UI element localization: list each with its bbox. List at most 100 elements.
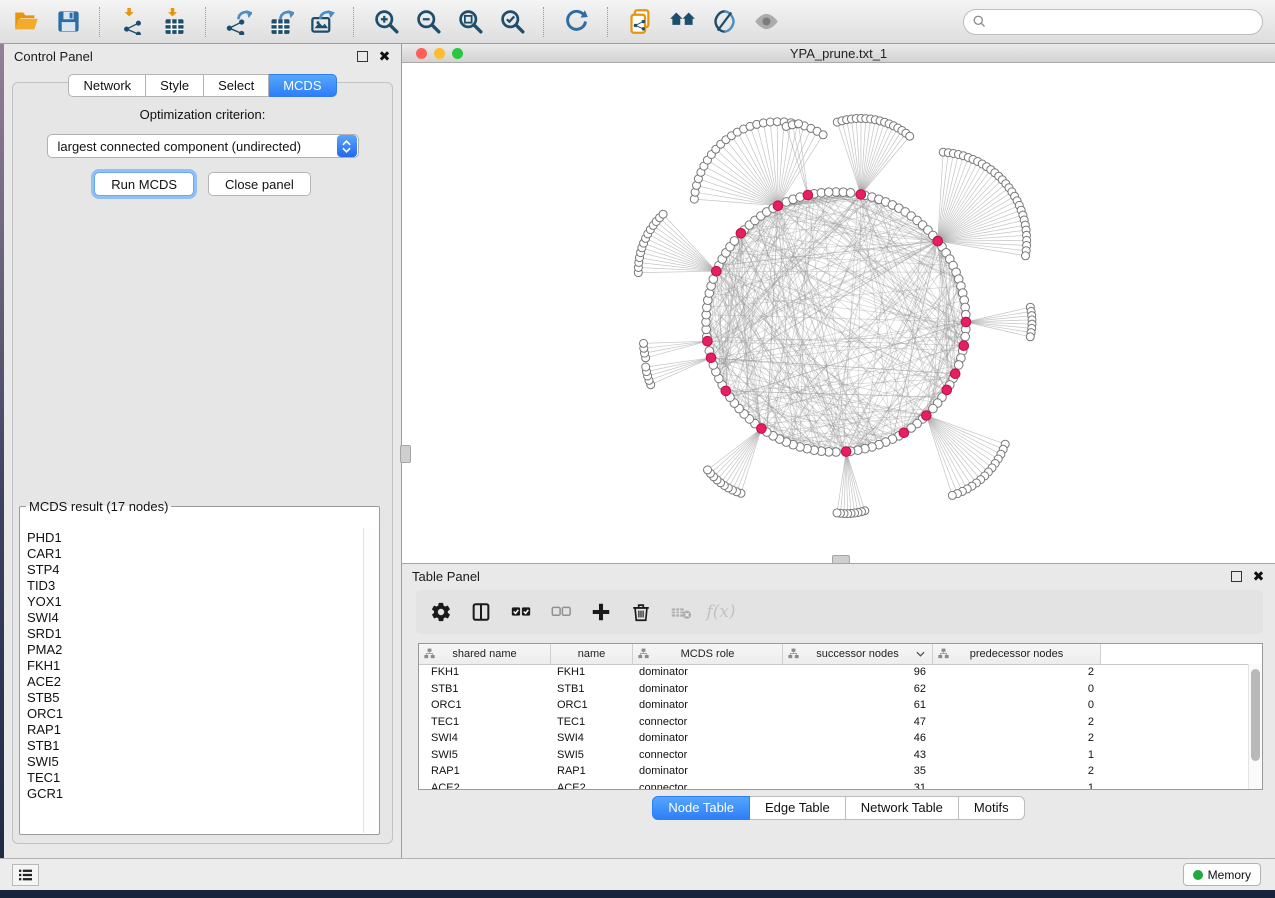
- mcds-result-item[interactable]: SWI4: [27, 610, 363, 626]
- tab-motifs[interactable]: Motifs: [959, 796, 1025, 820]
- float-panel-icon[interactable]: [356, 50, 369, 63]
- mcds-node[interactable]: [803, 190, 813, 200]
- mcds-result-item[interactable]: ACE2: [27, 674, 363, 690]
- network-node[interactable]: [961, 332, 970, 341]
- cell-name[interactable]: ACE2: [551, 782, 633, 789]
- clone-network-icon[interactable]: [622, 5, 658, 39]
- network-node[interactable]: [659, 210, 667, 218]
- column-header-predecessor-nodes[interactable]: predecessor nodes: [933, 644, 1101, 664]
- cell-successor-nodes[interactable]: 35: [783, 765, 933, 777]
- mcds-result-item[interactable]: SWI5: [27, 754, 363, 770]
- mcds-node[interactable]: [950, 369, 960, 379]
- cell-successor-nodes[interactable]: 47: [783, 716, 933, 728]
- close-table-panel-icon[interactable]: ✖: [1252, 570, 1265, 583]
- apply-layout-icon[interactable]: [558, 5, 594, 39]
- cell-shared-name[interactable]: SWI5: [419, 749, 551, 761]
- cell-name[interactable]: STB1: [551, 683, 633, 695]
- cell-name[interactable]: TEC1: [551, 716, 633, 728]
- deselect-all-icon[interactable]: [546, 597, 576, 627]
- hide-graphics-details-icon[interactable]: [748, 5, 784, 39]
- network-view[interactable]: [402, 63, 1275, 563]
- network-node[interactable]: [824, 188, 833, 197]
- mcds-list-scrollbar[interactable]: [363, 528, 378, 833]
- import-table-icon[interactable]: [156, 5, 192, 39]
- float-table-panel-icon[interactable]: [1230, 570, 1243, 583]
- mcds-node[interactable]: [856, 190, 866, 200]
- mcds-result-item[interactable]: SRD1: [27, 626, 363, 642]
- table-row[interactable]: TEC1TEC1connector472: [419, 714, 1249, 731]
- tab-node-table[interactable]: Node Table: [652, 796, 750, 820]
- cell-name[interactable]: FKH1: [551, 666, 633, 678]
- cell-MCDS-role[interactable]: dominator: [633, 699, 783, 711]
- mcds-result-item[interactable]: ORC1: [27, 706, 363, 722]
- close-panel-button[interactable]: Close panel: [208, 172, 311, 196]
- mcds-result-item[interactable]: YOX1: [27, 594, 363, 610]
- cell-successor-nodes[interactable]: 61: [783, 699, 933, 711]
- mcds-result-item[interactable]: RAP1: [27, 722, 363, 738]
- cell-predecessor-nodes[interactable]: 2: [933, 666, 1101, 678]
- mcds-node[interactable]: [922, 411, 932, 421]
- tab-mcds[interactable]: MCDS: [269, 74, 336, 97]
- tab-style[interactable]: Style: [146, 74, 204, 97]
- network-canvas[interactable]: [402, 63, 1275, 563]
- table-row[interactable]: FKH1FKH1dominator962: [419, 664, 1249, 681]
- mcds-result-item[interactable]: PMA2: [27, 642, 363, 658]
- zoom-in-icon[interactable]: [368, 5, 404, 39]
- cell-successor-nodes[interactable]: 43: [783, 749, 933, 761]
- mcds-node[interactable]: [773, 201, 783, 211]
- task-history-button[interactable]: [12, 864, 39, 886]
- zoom-selected-icon[interactable]: [494, 5, 530, 39]
- select-all-icon[interactable]: [506, 597, 536, 627]
- tab-select[interactable]: Select: [204, 74, 269, 97]
- cell-MCDS-role[interactable]: dominator: [633, 683, 783, 695]
- tab-network-table[interactable]: Network Table: [846, 796, 959, 820]
- add-column-icon[interactable]: [586, 597, 616, 627]
- mcds-node[interactable]: [933, 236, 943, 246]
- mcds-node[interactable]: [706, 353, 716, 363]
- tab-network[interactable]: Network: [68, 74, 146, 97]
- network-node[interactable]: [640, 339, 648, 347]
- network-node[interactable]: [954, 361, 963, 370]
- mcds-node[interactable]: [942, 385, 952, 395]
- cell-MCDS-role[interactable]: connector: [633, 782, 783, 789]
- table-row[interactable]: RAP1RAP1dominator352: [419, 763, 1249, 780]
- table-scrollbar[interactable]: [1248, 664, 1262, 789]
- cell-MCDS-role[interactable]: dominator: [633, 732, 783, 744]
- mcds-node[interactable]: [721, 386, 731, 396]
- cell-shared-name[interactable]: FKH1: [419, 666, 551, 678]
- first-neighbors-icon[interactable]: [664, 5, 700, 39]
- network-node[interactable]: [819, 131, 827, 139]
- search-box[interactable]: [963, 9, 1263, 35]
- table-row[interactable]: ACE2ACE2connector311: [419, 780, 1249, 790]
- cell-successor-nodes[interactable]: 46: [783, 732, 933, 744]
- cell-predecessor-nodes[interactable]: 0: [933, 683, 1101, 695]
- cell-name[interactable]: SWI5: [551, 749, 633, 761]
- network-window-titlebar[interactable]: YPA_prune.txt_1: [402, 44, 1275, 63]
- import-network-icon[interactable]: [114, 5, 150, 39]
- export-image-icon[interactable]: [304, 5, 340, 39]
- cell-predecessor-nodes[interactable]: 0: [933, 699, 1101, 711]
- run-mcds-button[interactable]: Run MCDS: [94, 172, 194, 196]
- show-columns-icon[interactable]: [466, 597, 496, 627]
- mcds-node[interactable]: [899, 428, 909, 438]
- mcds-node[interactable]: [959, 341, 969, 351]
- table-row[interactable]: ORC1ORC1dominator610: [419, 697, 1249, 714]
- cell-MCDS-role[interactable]: connector: [633, 749, 783, 761]
- cell-shared-name[interactable]: ORC1: [419, 699, 551, 711]
- network-node[interactable]: [846, 189, 855, 198]
- memory-button[interactable]: Memory: [1183, 863, 1261, 886]
- cell-shared-name[interactable]: STB1: [419, 683, 551, 695]
- cell-predecessor-nodes[interactable]: 2: [933, 765, 1101, 777]
- cell-successor-nodes[interactable]: 31: [783, 782, 933, 789]
- cell-predecessor-nodes[interactable]: 1: [933, 782, 1101, 789]
- network-node[interactable]: [795, 120, 803, 128]
- cell-predecessor-nodes[interactable]: 2: [933, 716, 1101, 728]
- mcds-result-item[interactable]: TID3: [27, 578, 363, 594]
- network-node[interactable]: [906, 132, 914, 140]
- column-header-MCDS-role[interactable]: MCDS role: [633, 644, 783, 664]
- mcds-result-item[interactable]: GCR1: [27, 786, 363, 802]
- mcds-result-item[interactable]: FKH1: [27, 658, 363, 674]
- column-header-successor-nodes[interactable]: successor nodes: [783, 644, 933, 664]
- close-panel-icon[interactable]: ✖: [378, 50, 391, 63]
- save-session-icon[interactable]: [50, 5, 86, 39]
